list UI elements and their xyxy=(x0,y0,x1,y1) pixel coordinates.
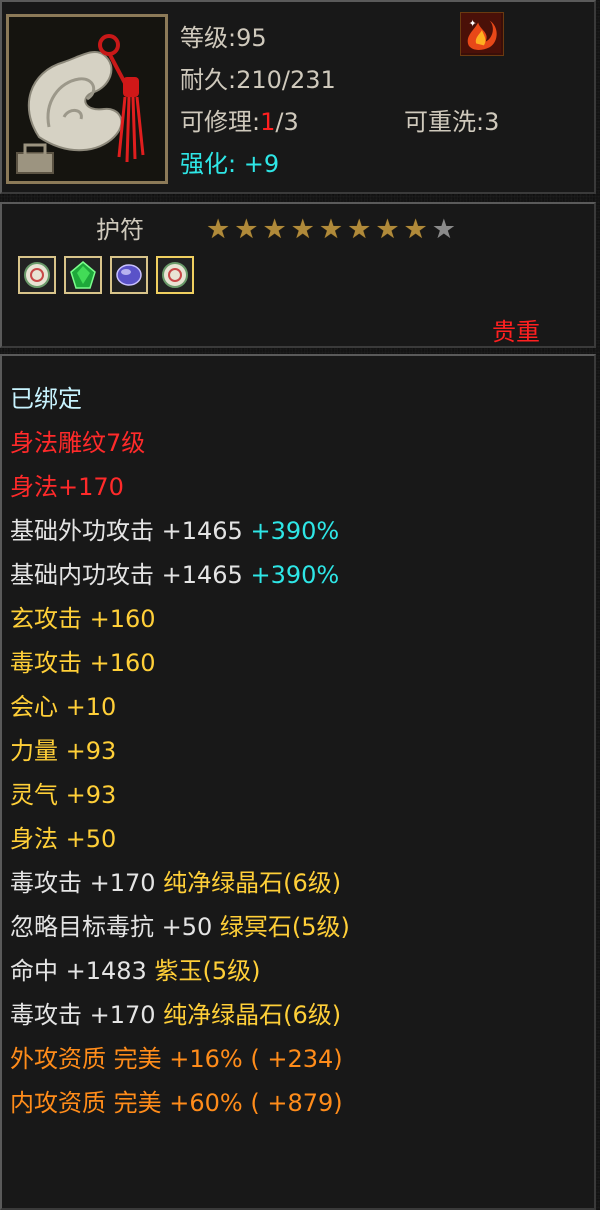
stats-panel: 已绑定 身法雕纹7级 身法+170 基础外功攻击 +1465 +390% 基础内功攻击 … xyxy=(0,354,596,1210)
item-type: 护符 xyxy=(96,216,144,244)
stat-text: 力量 +93 xyxy=(10,737,117,765)
stat-line: 力量 +93 xyxy=(10,736,116,766)
stat-text: 身法+170 xyxy=(10,473,124,501)
stat-line: 命中 +1483 紫玉(5级) xyxy=(10,956,260,986)
svg-text:✦: ✦ xyxy=(469,18,477,29)
durability-text: 耐久:210/231 xyxy=(180,66,336,94)
rarity-label: 贵重 xyxy=(492,318,540,346)
stat-text: 会心 +10 xyxy=(10,693,117,721)
stat-text: 基础外功攻击 +1465 xyxy=(10,517,243,545)
stat-line: 毒攻击 +160 xyxy=(10,648,156,678)
stat-text: 已绑定 xyxy=(10,385,82,413)
stat-text: 外攻资质 完美 +16% ( +234) xyxy=(10,1045,343,1073)
stat-extra: 绿冥石(5级) xyxy=(212,913,350,941)
enhance-level: 强化: +9 xyxy=(180,144,279,179)
stat-text: 玄攻击 +160 xyxy=(10,605,156,633)
stat-extra: 纯净绿晶石(6级) xyxy=(155,1001,342,1029)
stat-line: 身法 +50 xyxy=(10,824,116,854)
star-icon: ★ xyxy=(347,214,372,245)
white-jade-gem-icon[interactable] xyxy=(18,256,56,294)
stat-extra: 紫玉(5级) xyxy=(146,957,261,985)
stat-extra: +390% xyxy=(242,561,340,589)
stat-text: 内攻资质 完美 +60% ( +879) xyxy=(10,1089,343,1117)
stat-text: 毒攻击 +160 xyxy=(10,649,156,677)
rewash-count: 可重洗:3 xyxy=(404,108,500,136)
enhance-value: +9 xyxy=(243,150,280,178)
repair-used: 1 xyxy=(260,108,276,136)
fire-skill-icon[interactable]: ✦ xyxy=(460,12,504,56)
white-jade-gem-icon[interactable] xyxy=(156,256,194,294)
star-icon: ★ xyxy=(318,214,344,245)
stat-line: 身法雕纹7级 xyxy=(10,428,145,458)
stat-line: 内攻资质 完美 +60% ( +879) xyxy=(10,1088,343,1118)
stat-text: 忽略目标毒抗 +50 xyxy=(10,913,213,941)
amulet-icon xyxy=(9,17,165,181)
repair-label: 可修理: xyxy=(180,108,261,136)
star-icon: ★ xyxy=(262,214,287,245)
star-rating: ★ ★ ★ ★ ★ ★ ★ ★ ★ xyxy=(206,216,456,244)
star-icon: ★ xyxy=(375,214,400,245)
stat-line: 身法+170 xyxy=(10,472,124,502)
star-icon: ★ xyxy=(290,214,315,245)
purple-jade-gem-icon[interactable] xyxy=(110,256,148,294)
stat-text: 灵气 +93 xyxy=(10,781,117,809)
stat-line: 外攻资质 完美 +16% ( +234) xyxy=(10,1044,343,1074)
stat-line: 基础外功攻击 +1465 +390% xyxy=(10,516,339,546)
item-header-panel: 等级:95 耐久:210/231 可修理:1/3 可重洗:3 强化: +9 ✦ xyxy=(0,0,596,194)
item-icon-frame[interactable] xyxy=(6,14,168,184)
stat-line: 毒攻击 +170 纯净绿晶石(6级) xyxy=(10,868,341,898)
star-icon: ★ xyxy=(206,214,231,245)
stat-line: 会心 +10 xyxy=(10,692,116,722)
gem-sockets xyxy=(18,256,194,294)
stat-line: 灵气 +93 xyxy=(10,780,116,810)
repair-total: /3 xyxy=(275,108,299,136)
green-crystal-gem-icon[interactable] xyxy=(64,256,102,294)
stat-text: 命中 +1483 xyxy=(10,957,147,985)
enhance-label: 强化: xyxy=(180,150,237,178)
star-icon: ★ xyxy=(431,214,456,245)
stat-extra: +390% xyxy=(242,517,340,545)
stat-text: 身法雕纹7级 xyxy=(10,429,146,457)
star-icon: ★ xyxy=(403,214,428,245)
stat-text: 毒攻击 +170 xyxy=(10,869,156,897)
stat-line: 毒攻击 +170 纯净绿晶石(6级) xyxy=(10,1000,341,1030)
stat-line: 玄攻击 +160 xyxy=(10,604,156,634)
stat-text: 身法 +50 xyxy=(10,825,117,853)
stat-line: 忽略目标毒抗 +50 绿冥石(5级) xyxy=(10,912,350,942)
stat-line: 已绑定 xyxy=(10,384,82,414)
stat-text: 基础内功攻击 +1465 xyxy=(10,561,243,589)
stat-text: 毒攻击 +170 xyxy=(10,1001,156,1029)
stat-line: 基础内功攻击 +1465 +390% xyxy=(10,560,339,590)
stat-extra: 纯净绿晶石(6级) xyxy=(155,869,342,897)
level-text: 等级:95 xyxy=(180,24,267,52)
repair-count: 可修理:1/3 xyxy=(180,102,299,137)
star-icon: ★ xyxy=(234,214,259,245)
